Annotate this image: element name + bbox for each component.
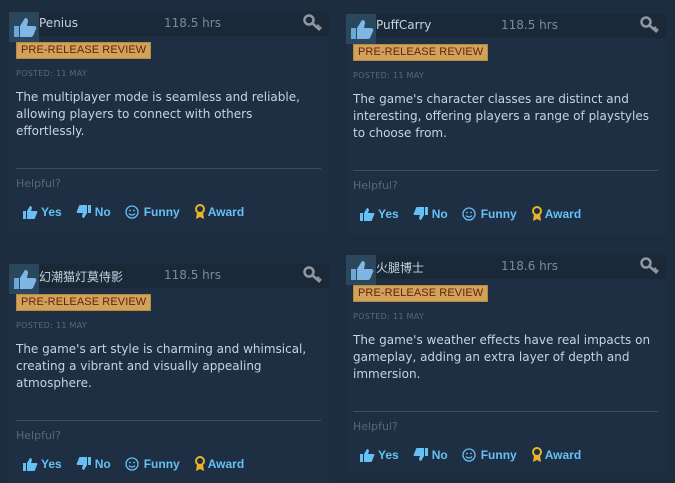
thumbs-down-icon	[76, 205, 91, 218]
divider	[353, 411, 658, 412]
pre-release-badge: PRE-RELEASE REVIEW	[353, 44, 489, 61]
no-button[interactable]: No	[413, 206, 448, 222]
award-button[interactable]: Award	[531, 447, 581, 463]
review-header: 火腿博士 118.6 hrs	[346, 255, 666, 285]
yes-label: Yes	[41, 457, 62, 471]
award-label: Award	[207, 457, 245, 471]
thumbs-up-avatar-icon	[346, 255, 376, 285]
award-label: Award	[544, 207, 582, 221]
key-icon	[640, 257, 659, 274]
award-ribbon-icon	[531, 447, 542, 462]
divider	[16, 420, 321, 421]
no-label: No	[431, 448, 448, 462]
posted-date: POSTED: 11 MAY	[16, 69, 88, 78]
divider	[353, 170, 658, 171]
review-card: 幻潮猫灯莫侍影 118.5 hrs PRE-RELEASE REVIEW POS…	[9, 264, 329, 483]
reviewer-name[interactable]: PuffCarry	[376, 18, 431, 32]
review-card: PuffCarry 118.5 hrs PRE-RELEASE REVIEW P…	[346, 14, 666, 234]
review-header: PuffCarry 118.5 hrs	[346, 14, 666, 44]
funny-button[interactable]: Funny	[462, 207, 517, 221]
yes-button[interactable]: Yes	[359, 447, 399, 463]
funny-button[interactable]: Funny	[125, 205, 180, 219]
award-ribbon-icon	[194, 456, 205, 471]
award-label: Award	[544, 448, 582, 462]
funny-label: Funny	[480, 448, 517, 462]
key-icon	[640, 16, 659, 33]
review-header: 幻潮猫灯莫侍影 118.5 hrs	[9, 264, 329, 294]
thumbs-up-avatar-icon	[9, 12, 39, 42]
vote-actions: Yes No Funny Award	[359, 206, 595, 222]
thumbs-up-avatar-icon	[346, 14, 376, 44]
divider	[16, 168, 321, 169]
no-button[interactable]: No	[413, 447, 448, 463]
no-label: No	[94, 457, 111, 471]
thumbs-up-avatar-icon	[9, 264, 39, 294]
review-text: The game's weather effects have real imp…	[353, 333, 651, 381]
review-header: Penius 118.5 hrs	[9, 12, 329, 42]
yes-label: Yes	[41, 205, 62, 219]
hours-played: 118.6 hrs	[501, 259, 558, 273]
yes-button[interactable]: Yes	[359, 206, 399, 222]
review-text: The multiplayer mode is seamless and rel…	[16, 90, 300, 138]
no-label: No	[431, 207, 448, 221]
review-card: 火腿博士 118.6 hrs PRE-RELEASE REVIEW POSTED…	[346, 255, 666, 473]
hours-played: 118.5 hrs	[164, 16, 221, 30]
no-button[interactable]: No	[76, 204, 111, 220]
thumbs-down-icon	[413, 448, 428, 461]
reviewer-name[interactable]: 火腿博士	[376, 259, 424, 276]
thumbs-up-icon	[360, 449, 375, 462]
award-ribbon-icon	[194, 204, 205, 219]
funny-label: Funny	[143, 457, 180, 471]
review-text: The game's character classes are distinc…	[353, 92, 649, 140]
funny-label: Funny	[143, 205, 180, 219]
helpful-label: Helpful?	[353, 420, 398, 433]
smiley-icon	[462, 448, 476, 462]
award-label: Award	[207, 205, 245, 219]
smiley-icon	[462, 207, 476, 221]
pre-release-badge: PRE-RELEASE REVIEW	[353, 285, 489, 302]
funny-label: Funny	[480, 207, 517, 221]
thumbs-up-icon	[23, 458, 38, 471]
hours-played: 118.5 hrs	[164, 268, 221, 282]
no-button[interactable]: No	[76, 456, 111, 472]
helpful-label: Helpful?	[16, 429, 61, 442]
key-icon	[303, 14, 322, 31]
thumbs-up-icon	[360, 208, 375, 221]
helpful-label: Helpful?	[16, 177, 61, 190]
no-label: No	[94, 205, 111, 219]
smiley-icon	[125, 205, 139, 219]
hours-played: 118.5 hrs	[501, 18, 558, 32]
yes-button[interactable]: Yes	[22, 456, 62, 472]
funny-button[interactable]: Funny	[462, 448, 517, 462]
posted-date: POSTED: 11 MAY	[353, 312, 425, 321]
vote-actions: Yes No Funny Award	[359, 447, 595, 463]
review-text: The game's art style is charming and whi…	[16, 342, 307, 390]
vote-actions: Yes No Funny Award	[22, 204, 258, 220]
smiley-icon	[125, 457, 139, 471]
thumbs-down-icon	[413, 207, 428, 220]
award-button[interactable]: Award	[531, 206, 581, 222]
pre-release-badge: PRE-RELEASE REVIEW	[16, 294, 152, 311]
yes-button[interactable]: Yes	[22, 204, 62, 220]
pre-release-badge: PRE-RELEASE REVIEW	[16, 42, 152, 59]
thumbs-down-icon	[76, 457, 91, 470]
award-button[interactable]: Award	[194, 204, 244, 220]
helpful-label: Helpful?	[353, 179, 398, 192]
posted-date: POSTED: 11 MAY	[353, 71, 425, 80]
vote-actions: Yes No Funny Award	[22, 456, 258, 472]
reviewer-name[interactable]: Penius	[39, 16, 78, 30]
reviewer-name[interactable]: 幻潮猫灯莫侍影	[39, 268, 123, 285]
key-icon	[303, 266, 322, 283]
yes-label: Yes	[378, 207, 399, 221]
funny-button[interactable]: Funny	[125, 457, 180, 471]
review-card: Penius 118.5 hrs PRE-RELEASE REVIEW POST…	[9, 12, 329, 232]
posted-date: POSTED: 11 MAY	[16, 321, 88, 330]
award-button[interactable]: Award	[194, 456, 244, 472]
thumbs-up-icon	[23, 206, 38, 219]
award-ribbon-icon	[531, 206, 542, 221]
yes-label: Yes	[378, 448, 399, 462]
